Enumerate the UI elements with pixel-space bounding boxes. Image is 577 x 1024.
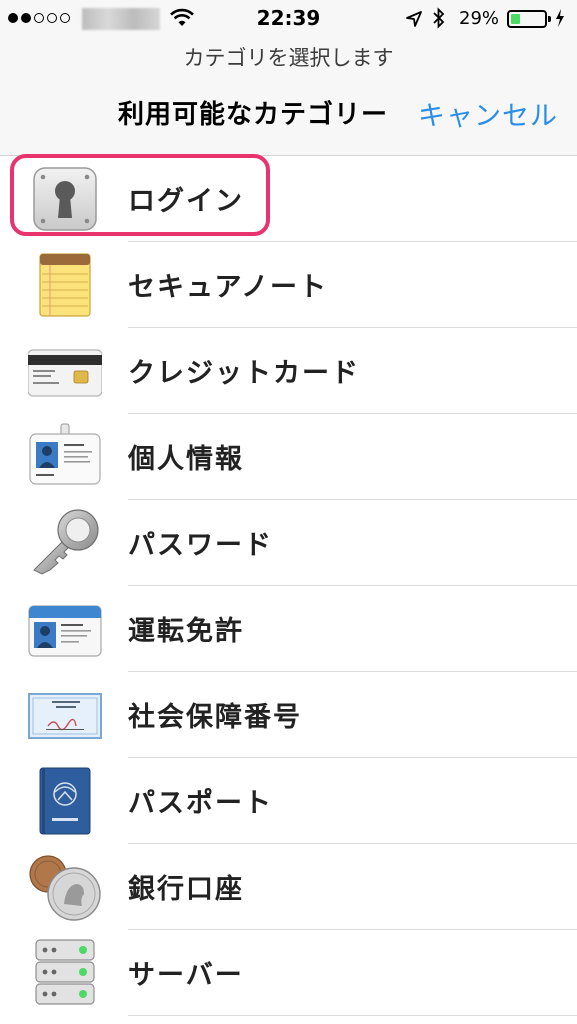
category-row-secure-note[interactable]: セキュアノート	[0, 242, 577, 328]
category-row-drivers-license[interactable]: 運転免許	[0, 586, 577, 672]
status-bar: 22:39 29%	[0, 0, 577, 38]
category-label: セキュアノート	[128, 272, 329, 303]
category-row-password[interactable]: パスワード	[0, 500, 577, 586]
category-row-passport[interactable]: パスポート	[0, 758, 577, 844]
drivers-license-icon	[28, 605, 102, 657]
category-label: クレジットカード	[128, 358, 360, 389]
page-title: 利用可能なカテゴリー	[118, 100, 389, 130]
server-rack-icon	[35, 939, 95, 1005]
category-row-identity[interactable]: 個人情報	[0, 414, 577, 500]
passport-icon	[39, 767, 91, 835]
location-arrow-icon	[406, 11, 422, 27]
category-label: 社会保障番号	[128, 702, 302, 733]
navigation-header: 22:39 29% カテゴリを選択します 利用可能なカテゴリー キャンセル	[0, 0, 577, 156]
category-row-social-security[interactable]: 社会保障番号	[0, 672, 577, 758]
battery-percentage: 29%	[459, 8, 500, 29]
category-label: 運転免許	[128, 616, 244, 647]
category-label: サーバー	[128, 960, 244, 991]
bluetooth-icon	[433, 7, 445, 29]
category-label: パスワード	[128, 530, 273, 561]
login-keyhole-icon	[33, 167, 97, 231]
category-list: ログイン セキュアノート クレジットカード 個人情報 パスワード 運転免許 社会…	[0, 154, 577, 1016]
password-key-icon	[33, 509, 99, 575]
social-security-card-icon	[28, 693, 102, 739]
category-row-credit-card[interactable]: クレジットカード	[0, 328, 577, 414]
category-row-bank-account[interactable]: 銀行口座	[0, 844, 577, 930]
identity-badge-icon	[29, 423, 101, 485]
category-label: パスポート	[128, 788, 273, 819]
category-label: ログイン	[128, 186, 244, 217]
credit-card-icon	[28, 349, 102, 397]
bank-account-coins-icon	[29, 855, 101, 921]
navigation-prompt: カテゴリを選択します	[183, 46, 394, 70]
secure-note-notepad-icon	[39, 253, 91, 317]
category-row-login[interactable]: ログイン	[0, 154, 577, 242]
battery-icon	[507, 10, 551, 28]
category-label: 銀行口座	[128, 874, 244, 905]
category-label: 個人情報	[128, 444, 244, 475]
category-row-server[interactable]: サーバー	[0, 930, 577, 1016]
charging-bolt-icon	[556, 9, 564, 27]
cancel-button[interactable]: キャンセル	[418, 94, 558, 133]
